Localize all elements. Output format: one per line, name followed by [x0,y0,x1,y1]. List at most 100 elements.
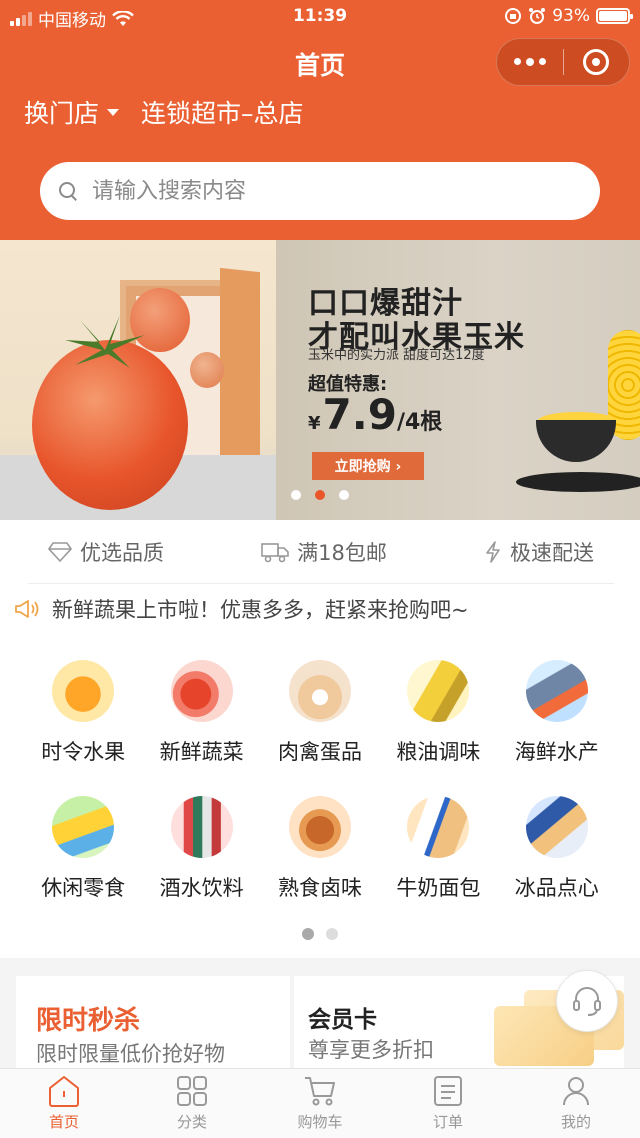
bowl-graphic [536,420,616,462]
tab-home[interactable]: 首页 [0,1069,128,1138]
price-number: 7.9 [322,390,397,439]
tab-label: 首页 [48,1113,79,1131]
feature-free-shipping: 满18包邮 [261,537,387,567]
pager-dot-1[interactable] [302,928,314,940]
category-seafood[interactable]: 海鲜水产 [498,660,616,766]
headset-icon [573,987,601,1016]
notice-bar[interactable]: 新鲜蔬果上市啦！优惠多多，赶紧来抢购吧~ [14,594,469,624]
ice-cream-icon [525,796,588,858]
flash-sale-card[interactable]: 限时秒杀 限时限量低价抢好物 [16,976,290,1068]
category-pager [0,928,640,940]
tab-label: 订单 [432,1113,463,1131]
category-label: 牛奶面包 [396,876,481,900]
category-label: 海鲜水产 [514,740,599,764]
banner-dot-1[interactable] [291,490,301,500]
rotation-lock-icon [505,8,522,24]
member-card-subtitle: 尊享更多折扣 [308,1038,434,1062]
caret-down-icon [107,108,120,116]
search-icon [58,181,78,201]
category-label: 冰品点心 [514,876,599,900]
tab-category[interactable]: 分类 [128,1069,256,1138]
promo-banner[interactable]: 口口爆甜汁 才配叫水果玉米 玉米中的实力派 甜度可达12度 超值特惠: ¥ 7.… [0,240,640,520]
tiny-tomato-graphic [190,352,224,388]
search-input[interactable] [92,178,552,204]
tab-label: 我的 [560,1113,591,1131]
switch-store-button[interactable]: 换门店 [24,94,120,130]
status-right: 93% [504,6,633,26]
feature-label: 满18包邮 [297,540,387,565]
oil-bottle-icon [407,660,470,722]
banner-subline: 玉米中的实力派 甜度可达12度 [308,348,485,363]
tab-cart[interactable]: 购物车 [256,1069,384,1138]
tomato-icon [170,660,233,722]
category-meat-eggs[interactable]: 肉禽蛋品 [261,660,379,766]
roast-chicken-icon [288,796,351,858]
member-card-title: 会员卡 [308,1007,377,1033]
category-grid: 时令水果 新鲜蔬菜 肉禽蛋品 粮油调味 海鲜水产 休闲零食 酒水饮料 熟食卤味 … [24,660,616,902]
category-label: 肉禽蛋品 [277,740,362,764]
miniprogram-capsule [496,38,630,86]
tab-label: 分类 [176,1113,207,1131]
more-menu-button[interactable] [497,58,563,66]
currency-symbol: ¥ [308,413,321,434]
grid-icon [177,1076,207,1106]
bottles-icon [170,796,233,858]
home-icon [49,1076,79,1107]
header: 中国移动 11:39 93% 首页 换门店 连锁超市–总店 请输入搜索内容 [0,0,640,240]
more-dots-icon [513,58,521,65]
category-ice-cream[interactable]: 冰品点心 [498,796,616,902]
category-fruit[interactable]: 时令水果 [24,660,142,766]
orange-fruit-icon [52,660,115,722]
category-label: 新鲜蔬菜 [159,740,244,764]
user-icon [563,1077,589,1106]
feature-label: 极速配送 [509,540,594,565]
flash-sale-subtitle: 限时限量低价抢好物 [36,1042,225,1066]
tomato-stem-icon [65,315,145,368]
banner-dots [0,490,640,500]
category-milk-bread[interactable]: 牛奶面包 [379,796,497,902]
truck-icon [261,542,289,562]
plate-graphic [516,472,640,492]
category-label: 粮油调味 [396,740,481,764]
pager-dot-2[interactable] [326,928,338,940]
notice-text: 新鲜蔬果上市啦！优惠多多，赶紧来抢购吧~ [52,598,469,622]
battery-percent: 93% [552,6,590,26]
feature-fast-delivery: 极速配送 [484,537,594,567]
customer-service-button[interactable] [556,970,618,1032]
milk-bread-icon [407,796,470,858]
alarm-icon [529,8,546,24]
search-bar[interactable] [40,162,600,220]
banner-dot-2[interactable] [315,490,325,500]
buy-now-button[interactable]: 立即抢购 › [312,452,424,480]
price-unit: /4根 [396,410,443,435]
megaphone-icon [15,600,39,618]
cart-icon [305,1077,335,1106]
category-label: 时令水果 [41,740,126,764]
diamond-icon [48,541,72,562]
snack-icon [52,796,115,858]
switch-store-label: 换门店 [24,99,100,128]
order-icon [434,1076,462,1106]
target-close-icon [583,49,610,75]
category-vegetable[interactable]: 新鲜蔬菜 [142,660,260,766]
category-snacks[interactable]: 休闲零食 [24,796,142,902]
category-drinks[interactable]: 酒水饮料 [142,796,260,902]
category-grain-oil[interactable]: 粮油调味 [379,660,497,766]
banner-corn-ad: 口口爆甜汁 才配叫水果玉米 玉米中的实力派 甜度可达12度 超值特惠: ¥ 7.… [276,240,640,520]
store-row: 换门店 连锁超市–总店 [24,94,304,130]
fish-icon [525,660,588,722]
category-label: 熟食卤味 [277,876,362,900]
tab-profile[interactable]: 我的 [512,1069,640,1138]
feature-row: 优选品质 满18包邮 极速配送 [28,520,614,584]
lightning-icon [486,540,500,563]
tab-bar: 首页 分类 购物车 订单 我的 [0,1068,640,1138]
banner-dot-3[interactable] [339,490,349,500]
category-label: 休闲零食 [41,876,126,900]
flash-sale-title: 限时秒杀 [36,1006,141,1036]
tab-label: 购物车 [297,1113,343,1131]
battery-icon [596,8,633,24]
category-deli[interactable]: 熟食卤味 [261,796,379,902]
store-name: 连锁超市–总店 [141,99,304,128]
tab-orders[interactable]: 订单 [384,1069,512,1138]
close-miniprogram-button[interactable] [564,49,630,75]
